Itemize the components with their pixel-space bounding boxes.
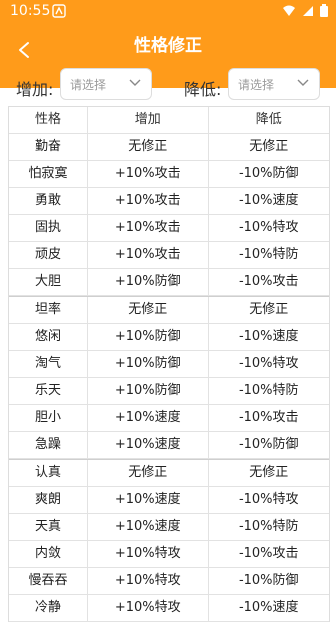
nature-cell: 胆小	[9, 405, 88, 431]
decrease-cell: -10%特防	[238, 247, 299, 262]
nature-cell: 勤奋	[9, 134, 88, 160]
decrease-cell: -10%速度	[238, 193, 299, 208]
increase-cell: +10%特攻	[88, 568, 209, 594]
decrease-cell: -10%速度	[238, 329, 299, 344]
table-row: 坦率 无修正 无修正	[9, 296, 329, 324]
nature-cell: 怕寂寞	[9, 161, 88, 187]
increase-cell: 无修正	[88, 134, 209, 160]
table-row: 淘气 +10%防御 -10%特攻	[9, 351, 329, 378]
decrease-select[interactable]: 请选择	[228, 68, 320, 100]
decrease-cell: 无修正	[249, 465, 289, 480]
decrease-cell: -10%特攻	[238, 492, 299, 507]
decrease-cell: -10%防御	[238, 437, 299, 452]
signal-icon	[302, 5, 314, 21]
nature-cell: 天真	[9, 514, 88, 540]
increase-cell: +10%速度	[88, 487, 209, 513]
nature-cell: 慢吞吞	[9, 568, 88, 594]
status-bar: 10:55	[0, 0, 336, 24]
increase-cell: +10%速度	[88, 405, 209, 431]
increase-cell: 无修正	[88, 460, 209, 486]
increase-cell: +10%速度	[88, 514, 209, 540]
table-row: 认真 无修正 无修正	[9, 459, 329, 487]
decrease-label: 降低:	[184, 80, 222, 99]
column-header: 降低	[255, 112, 282, 127]
table-row: 胆小 +10%速度 -10%攻击	[9, 405, 329, 432]
decrease-cell: -10%防御	[238, 573, 299, 588]
decrease-cell: -10%特防	[238, 519, 299, 534]
table-row: 怕寂寞 +10%攻击 -10%防御	[9, 161, 329, 188]
increase-cell: 无修正	[88, 297, 209, 323]
chevron-down-icon	[129, 79, 141, 86]
increase-cell: +10%攻击	[88, 161, 209, 187]
decrease-cell: -10%特攻	[238, 356, 299, 371]
decrease-cell: -10%攻击	[238, 274, 299, 289]
increase-cell: +10%防御	[88, 324, 209, 350]
table-header: 性格 增加 降低	[9, 107, 329, 134]
table-row: 顽皮 +10%攻击 -10%特防	[9, 242, 329, 269]
table-row: 慢吞吞 +10%特攻 -10%防御	[9, 568, 329, 595]
table-row: 勤奋 无修正 无修正	[9, 134, 329, 161]
chevron-down-icon	[297, 79, 309, 86]
increase-cell: +10%防御	[88, 378, 209, 404]
increase-cell: +10%速度	[88, 432, 209, 458]
nature-cell: 勇敢	[9, 188, 88, 214]
nature-table: 性格 增加 降低 勤奋 无修正 无修正 怕寂寞 +10%攻击 -10%防御 勇敢 +10%攻击…	[8, 106, 330, 622]
column-header: 性格	[9, 107, 88, 133]
increase-cell: +10%攻击	[88, 215, 209, 241]
table-row: 内敛 +10%特攻 -10%攻击	[9, 541, 329, 568]
nature-cell: 顽皮	[9, 242, 88, 268]
decrease-cell: 无修正	[249, 302, 289, 317]
table-row: 悠闲 +10%防御 -10%速度	[9, 324, 329, 351]
decrease-cell: -10%特防	[238, 383, 299, 398]
column-header: 增加	[88, 107, 209, 133]
status-icons	[282, 4, 328, 21]
nature-cell: 大胆	[9, 269, 88, 295]
nature-cell: 淘气	[9, 351, 88, 377]
nature-cell: 悠闲	[9, 324, 88, 350]
increase-select[interactable]: 请选择	[60, 68, 152, 100]
filter-row: 增加: 请选择 降低: 请选择	[0, 64, 336, 106]
table-row: 勇敢 +10%攻击 -10%速度	[9, 188, 329, 215]
nature-cell: 认真	[9, 460, 88, 486]
nature-cell: 爽朗	[9, 487, 88, 513]
table-row: 急躁 +10%速度 -10%防御	[9, 432, 329, 459]
wifi-icon	[282, 5, 296, 21]
decrease-cell: -10%特攻	[238, 220, 299, 235]
decrease-cell: 无修正	[249, 139, 289, 154]
increase-select-placeholder: 请选择	[70, 77, 107, 92]
notification-icon	[52, 4, 66, 18]
nature-cell: 内敛	[9, 541, 88, 567]
increase-cell: +10%攻击	[88, 188, 209, 214]
table-row: 天真 +10%速度 -10%特防	[9, 514, 329, 541]
decrease-cell: -10%防御	[238, 166, 299, 181]
increase-cell: +10%特攻	[88, 541, 209, 567]
decrease-cell: -10%速度	[238, 600, 299, 615]
nature-cell: 乐天	[9, 378, 88, 404]
status-time: 10:55	[10, 3, 51, 19]
table-row: 乐天 +10%防御 -10%特防	[9, 378, 329, 405]
increase-cell: +10%特攻	[88, 595, 209, 621]
increase-cell: +10%防御	[88, 351, 209, 377]
nature-cell: 坦率	[9, 297, 88, 323]
decrease-cell: -10%攻击	[238, 410, 299, 425]
table-row: 大胆 +10%防御 -10%攻击	[9, 269, 329, 296]
decrease-select-placeholder: 请选择	[238, 77, 275, 92]
table-row: 爽朗 +10%速度 -10%特攻	[9, 487, 329, 514]
increase-cell: +10%防御	[88, 269, 209, 295]
increase-cell: +10%攻击	[88, 242, 209, 268]
page-title: 性格修正	[134, 36, 202, 56]
table-row: 固执 +10%攻击 -10%特攻	[9, 215, 329, 242]
increase-label: 增加:	[16, 80, 54, 99]
decrease-cell: -10%攻击	[238, 546, 299, 561]
battery-icon	[320, 4, 328, 21]
table-row: 冷静 +10%特攻 -10%速度	[9, 595, 329, 622]
nature-cell: 急躁	[9, 432, 88, 458]
nature-cell: 冷静	[9, 595, 88, 621]
nature-cell: 固执	[9, 215, 88, 241]
